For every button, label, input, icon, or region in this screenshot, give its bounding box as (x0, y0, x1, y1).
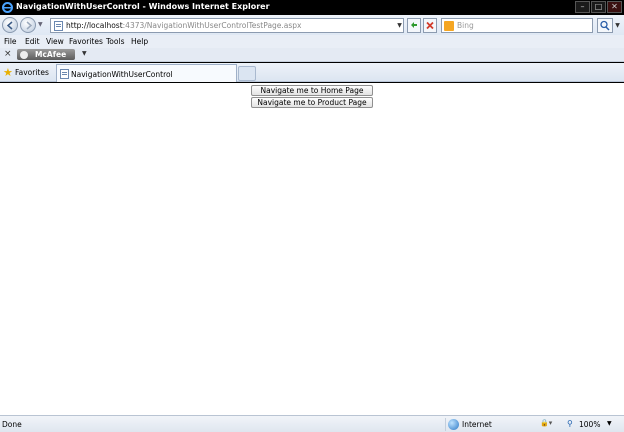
page-icon (60, 69, 69, 79)
close-window-button[interactable]: ✕ (607, 1, 622, 13)
favorites-bar: ★ Favorites NavigationWithUserControl (0, 63, 624, 82)
mcafee-icon (20, 50, 28, 59)
zoom-level: 100% (579, 420, 601, 429)
menu-tools[interactable]: Tools (106, 37, 124, 46)
favorites-star-icon: ★ (3, 66, 13, 79)
stop-button[interactable] (423, 18, 437, 33)
mcafee-button[interactable]: McAfee (17, 49, 75, 60)
zoom-dropdown-icon: ▼ (607, 420, 612, 427)
status-text: Done (2, 420, 22, 429)
protected-mode-icon[interactable]: 🔒▾ (540, 419, 552, 427)
search-icon (600, 20, 610, 31)
forward-icon (26, 21, 33, 30)
minimize-button[interactable]: – (575, 1, 590, 13)
window-title: NavigationWithUserControl - Windows Inte… (16, 2, 270, 11)
title-bar: NavigationWithUserControl - Windows Inte… (0, 0, 624, 15)
address-dropdown[interactable]: ▼ (395, 19, 404, 32)
status-bar: Done Internet 🔒▾ ⚲ 100% ▼ (0, 415, 624, 432)
url-text: http://localhost:4373/NavigationWithUser… (66, 21, 302, 30)
navigate-home-button[interactable]: Navigate me to Home Page (251, 85, 373, 96)
zone-label: Internet (462, 420, 492, 429)
zoom-icon: ⚲ (567, 419, 573, 428)
security-zone[interactable]: Internet (445, 418, 540, 431)
favorites-label: Favorites (15, 68, 49, 77)
mcafee-label: McAfee (35, 50, 67, 59)
search-input[interactable]: Bing (441, 18, 593, 33)
forward-button[interactable] (20, 17, 36, 33)
menu-favorites[interactable]: Favorites (69, 37, 103, 46)
tab-title: NavigationWithUserControl (71, 70, 173, 79)
menu-edit[interactable]: Edit (25, 37, 40, 46)
search-placeholder: Bing (457, 21, 474, 30)
new-tab-button[interactable] (238, 66, 256, 81)
menu-bar: File Edit View Favorites Tools Help (0, 35, 624, 48)
navigate-product-button[interactable]: Navigate me to Product Page (251, 97, 373, 108)
mcafee-toolbar: × McAfee ▼ (0, 48, 624, 62)
recent-pages-dropdown[interactable]: ▼ (38, 21, 44, 28)
page-content: Navigate me to Home Page Navigate me to … (0, 83, 624, 415)
menu-help[interactable]: Help (131, 37, 148, 46)
mcafee-dropdown[interactable]: ▼ (82, 50, 87, 57)
bing-icon (444, 21, 454, 31)
zoom-control[interactable]: ⚲ 100% ▼ (567, 418, 622, 431)
back-button[interactable] (2, 17, 18, 33)
back-icon (6, 21, 13, 30)
stop-icon (426, 21, 434, 30)
address-toolbar: ▼ http://localhost:4373/NavigationWithUs… (0, 15, 624, 35)
window-controls: – □ ✕ (574, 1, 622, 14)
toolbar-close-icon[interactable]: × (4, 49, 12, 59)
compat-refresh-button[interactable] (407, 18, 421, 33)
ie-logo-icon (2, 2, 13, 13)
globe-icon (448, 419, 459, 430)
menu-view[interactable]: View (46, 37, 64, 46)
page-icon (54, 21, 63, 31)
search-button[interactable] (597, 18, 613, 33)
search-dropdown[interactable]: ▼ (613, 19, 622, 32)
tab-active[interactable]: NavigationWithUserControl (56, 64, 237, 82)
refresh-icon (411, 22, 417, 28)
maximize-button[interactable]: □ (591, 1, 606, 13)
address-input[interactable]: http://localhost:4373/NavigationWithUser… (50, 18, 404, 33)
menu-file[interactable]: File (4, 37, 17, 46)
